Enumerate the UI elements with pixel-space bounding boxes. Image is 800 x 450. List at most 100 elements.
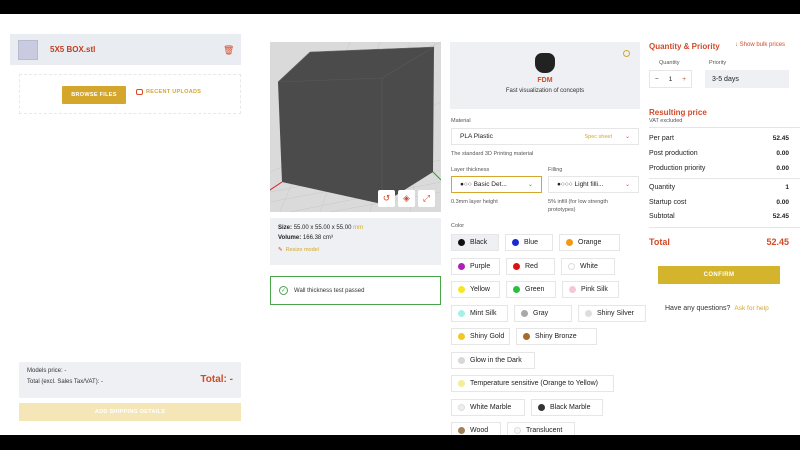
file-thumbnail <box>18 39 38 60</box>
reset-view-icon[interactable]: ↺ <box>378 190 395 207</box>
subtotal-row: Subtotal 52.45 <box>649 213 789 220</box>
filling-select[interactable]: ●○○○ Light filli... ⌄ <box>548 176 639 193</box>
color-option-label: Translucent <box>526 427 563 434</box>
color-dot-icon <box>569 286 576 293</box>
color-option-label: Temperature sensitive (Orange to Yellow) <box>470 380 599 387</box>
questions-text: Have any questions? <box>665 305 731 312</box>
color-option[interactable]: Gray <box>514 304 572 322</box>
upload-dropzone[interactable]: BROWSE FILES RECENT UPLOADS <box>19 74 241 114</box>
color-option-label: Pink Silk <box>581 286 608 293</box>
color-option[interactable]: Shiny Silver <box>578 304 646 322</box>
color-label: Color <box>451 223 465 229</box>
vat-note: VAT excluded <box>649 118 683 124</box>
color-dot-icon <box>458 380 465 387</box>
view-mode-icon[interactable]: ◈ <box>398 190 415 207</box>
resulting-price-title: Resulting price <box>649 108 707 117</box>
material-select[interactable]: PLA Plastic Spec sheet ⌄ <box>451 128 639 145</box>
trash-icon[interactable]: 🗑 <box>223 45 234 55</box>
model-viewer[interactable]: ↺ ◈ ⤢ <box>270 42 441 212</box>
color-option[interactable]: White Marble <box>451 398 525 416</box>
fullscreen-icon[interactable]: ⤢ <box>418 190 435 207</box>
recent-uploads-label: RECENT UPLOADS <box>146 89 202 95</box>
filling-note: 5% infill (for low strength prototypes) <box>548 198 608 214</box>
quantity-label: Quantity <box>659 60 680 66</box>
help-prompt: Have any questions? Ask for help <box>665 305 769 312</box>
resize-label: Resize model <box>285 247 319 253</box>
color-dot-icon <box>538 403 545 411</box>
color-option[interactable]: Purple <box>451 257 500 275</box>
increment-button[interactable]: + <box>682 76 686 83</box>
startup-cost-row: Startup cost 0.00 <box>649 199 789 206</box>
priority-select[interactable]: 3-5 days <box>705 70 789 88</box>
pencil-icon: ✎ <box>278 247 283 253</box>
color-option[interactable]: Black Marble <box>531 398 603 416</box>
divider <box>649 127 800 128</box>
color-option[interactable]: Green <box>506 281 556 298</box>
color-dot-icon <box>514 427 521 434</box>
color-option[interactable]: Mint Silk <box>451 304 508 322</box>
ask-for-help-link[interactable]: Ask for help <box>734 305 768 312</box>
chevron-down-icon: ⌄ <box>624 182 630 188</box>
color-option[interactable]: Red <box>506 257 555 275</box>
technology-description: Fast visualization of concepts <box>505 88 585 94</box>
divider <box>649 227 800 228</box>
color-option[interactable]: Pink Silk <box>562 281 619 298</box>
info-icon[interactable] <box>623 50 630 57</box>
layer-thickness-select[interactable]: ●○○ Basic Det... ⌄ <box>451 176 542 193</box>
show-bulk-prices-link[interactable]: ↓ Show bulk prices <box>735 42 785 48</box>
decrement-button[interactable]: − <box>655 76 659 83</box>
color-option[interactable]: Temperature sensitive (Orange to Yellow) <box>451 375 614 392</box>
chevron-down-icon: ⌄ <box>527 182 533 188</box>
app-stage: 5X5 BOX.stl 🗑 BROWSE FILES RECENT UPLOAD… <box>0 14 800 435</box>
recent-uploads-link[interactable]: RECENT UPLOADS <box>136 89 201 95</box>
post-production-row: Post production 0.00 <box>649 150 789 157</box>
color-option[interactable]: Translucent <box>507 422 575 435</box>
subtotal-label: Subtotal <box>649 213 675 220</box>
add-shipping-details-button[interactable]: ADD SHIPPING DETAILS <box>19 403 241 421</box>
startup-cost-label: Startup cost <box>649 199 687 206</box>
color-option[interactable]: Wood <box>451 422 501 435</box>
total-row: Total 52.45 <box>649 237 789 247</box>
layer-thickness-label: Layer thickness <box>451 167 490 173</box>
color-option[interactable]: Blue <box>505 234 553 251</box>
color-option[interactable]: Black <box>451 234 499 251</box>
color-option[interactable]: Shiny Gold <box>451 328 510 345</box>
file-name[interactable]: 5X5 BOX.stl <box>50 45 223 54</box>
models-price-summary: Models price: - Total (excl. Sales Tax/V… <box>19 362 241 398</box>
color-option[interactable]: White <box>561 257 615 275</box>
production-priority-label: Production priority <box>649 165 706 172</box>
quantity-stepper[interactable]: − 1 + <box>649 70 692 88</box>
filling-note-line1: 5% infill (for low strength <box>548 199 608 205</box>
quantity-row-label: Quantity <box>649 184 676 191</box>
viewer-canvas <box>270 42 441 212</box>
startup-cost-value: 0.00 <box>776 199 789 206</box>
color-option[interactable]: Glow in the Dark <box>451 351 535 369</box>
color-option-label: Purple <box>470 262 491 270</box>
color-option-label: Shiny Bronze <box>535 333 577 340</box>
uploaded-file-card[interactable]: 5X5 BOX.stl 🗑 <box>10 34 241 65</box>
material-value: PLA Plastic <box>460 133 493 140</box>
divider <box>649 178 800 179</box>
browse-files-button[interactable]: BROWSE FILES <box>62 86 126 104</box>
color-option[interactable]: Yellow <box>451 281 500 298</box>
color-option-label: Green <box>525 286 545 293</box>
color-dot-icon <box>458 333 465 340</box>
check-icon: ✓ <box>279 286 288 295</box>
color-option[interactable]: Orange <box>559 234 620 251</box>
color-option[interactable]: Shiny Bronze <box>516 328 597 345</box>
color-dot-icon <box>458 427 465 434</box>
resize-model-link[interactable]: ✎ Resize model <box>278 247 433 253</box>
filling-value: ●○○○ Light filli... <box>557 181 604 188</box>
spec-sheet-link[interactable]: Spec sheet <box>584 134 612 140</box>
confirm-button[interactable]: CONFIRM <box>658 266 780 284</box>
color-option-label: White Marble <box>470 403 512 411</box>
color-option-label: Wood <box>470 427 489 434</box>
fdm-printer-icon <box>535 53 555 73</box>
size-unit[interactable]: mm <box>353 225 363 231</box>
summary-total: Total: - <box>200 374 233 385</box>
technology-card[interactable]: FDM Fast visualization of concepts <box>450 42 640 109</box>
size-line: Size: 55.00 x 55.00 x 55.00 mm <box>278 225 433 231</box>
quantity-value[interactable]: 1 <box>669 76 673 83</box>
color-option-label: Mint Silk <box>470 309 497 317</box>
history-icon <box>136 89 143 95</box>
